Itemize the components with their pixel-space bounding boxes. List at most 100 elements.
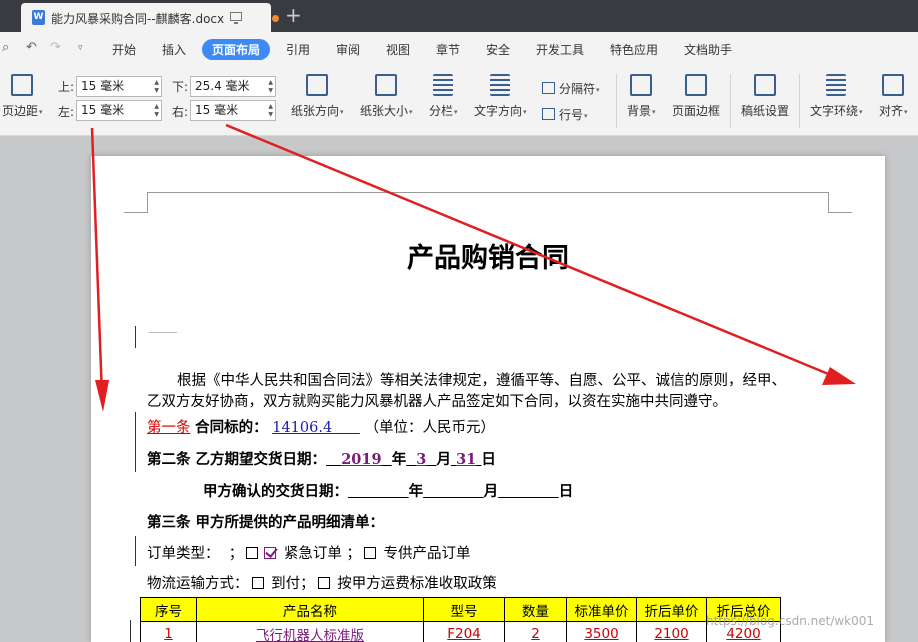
table-header: 型号	[423, 597, 505, 622]
menu-view[interactable]: 视图	[386, 41, 410, 58]
article-1: 第一条 合同标的： 14106.4 （单位：人民币元）	[147, 419, 495, 436]
change-bar	[135, 326, 136, 348]
menu-special-apps[interactable]: 特色应用	[610, 41, 658, 58]
table-cell[interactable]: 2100	[636, 621, 707, 642]
day-field[interactable]: 31	[456, 451, 476, 468]
text-direction-button[interactable]: 文字方向▾	[474, 74, 527, 119]
page-margins-icon	[11, 74, 34, 96]
manuscript-icon	[754, 74, 776, 96]
checkbox-empty[interactable]	[246, 547, 259, 559]
spin-down-icon[interactable]: ▼	[154, 88, 159, 94]
background-button[interactable]: 背景▾	[627, 74, 656, 119]
title-bar: W 能力风暴采购合同--麒麟客.docx +	[0, 0, 918, 32]
menu-doc-assistant[interactable]: 文档助手	[684, 41, 732, 58]
menu-dev-tools[interactable]: 开发工具	[536, 41, 584, 58]
align-button[interactable]: 对齐▾	[879, 74, 908, 119]
paragraph-line-2: 乙双方友好协商，双方就购买能力风暴机器人产品签定如下合同，以资在实施中共同遵守。	[147, 394, 727, 410]
spin-up-icon[interactable]: ▲	[268, 104, 273, 110]
margins-button[interactable]: 页边距▾	[2, 74, 43, 119]
table-cell[interactable]: 飞行机器人标准版	[196, 621, 424, 642]
orientation-button[interactable]: 纸张方向▾	[291, 74, 344, 119]
top-margin-label: 上:	[58, 80, 75, 94]
undo-icon[interactable]: ↶	[26, 41, 37, 55]
table-header: 数量	[504, 597, 567, 622]
table-cell[interactable]: 3500	[566, 621, 637, 642]
confirm-date-line: 甲方确认的交货日期： 年 月 日	[203, 483, 574, 500]
ribbon-toolbar: 页边距▾ 上: 15 毫米 ▲ ▼ 左: 15 毫米 ▲ ▼ 下: 25.4 毫…	[0, 66, 918, 136]
ribbon-separator	[616, 74, 617, 128]
cod-checkbox[interactable]	[251, 577, 264, 589]
watermark: https://blog.csdn.net/wk001	[706, 614, 875, 628]
document-body[interactable]: 产品购销合同 根据《中华人民共和国合同法》等相关法律规定，遵循平等、自愿、公平、…	[91, 156, 885, 642]
spin-up-icon[interactable]: ▲	[154, 104, 159, 110]
table-cell[interactable]: F204	[423, 621, 505, 642]
document-page[interactable]: 产品购销合同 根据《中华人民共和国合同法》等相关法律规定，遵循平等、自愿、公平、…	[91, 156, 885, 642]
right-margin-label: 右:	[172, 105, 189, 119]
spin-down-icon[interactable]: ▼	[268, 88, 273, 94]
paper-size-button[interactable]: 纸张大小▾	[360, 74, 413, 119]
background-icon	[630, 74, 653, 96]
separator-button[interactable]: 分隔符▾	[542, 80, 600, 97]
page-border-icon	[685, 74, 707, 96]
bottom-margin-input[interactable]: 25.4 毫米 ▲ ▼	[190, 76, 276, 97]
print-preview-icon[interactable]: ⌕	[2, 41, 9, 55]
left-margin-label: 左:	[58, 105, 75, 119]
line-numbers-icon	[542, 108, 555, 120]
table-cell[interactable]: 2	[504, 621, 567, 642]
product-table[interactable]: 序号 产品名称 型号 数量 标准单价 折后单价 折后总价 1 飞行机器人标准版 …	[140, 597, 781, 642]
article-3: 第三条 甲方所提供的产品明细清单：	[147, 514, 385, 531]
freight-policy-checkbox[interactable]	[317, 577, 330, 589]
document-tab[interactable]: W 能力风暴采购合同--麒麟客.docx	[21, 3, 279, 32]
logistics-line: 物流运输方式： 到付； 按甲方运费标准收取政策	[147, 576, 497, 592]
table-row: 1 飞行机器人标准版 F204 2 3500 2100 4200	[140, 621, 781, 642]
ribbon-separator	[730, 74, 731, 128]
word-doc-icon: W	[32, 10, 45, 25]
left-margin-input[interactable]: 15 毫米 ▲ ▼	[76, 100, 162, 121]
manuscript-button[interactable]: 稿纸设置	[741, 74, 789, 119]
columns-button[interactable]: 分栏▾	[429, 74, 458, 119]
paragraph-line-1: 根据《中华人民共和国合同法》等相关法律规定，遵循平等、自愿、公平、诚信的原则，经…	[177, 373, 786, 389]
contract-amount-field[interactable]: 14106.4	[272, 420, 332, 436]
menu-home[interactable]: 开始	[112, 41, 136, 58]
spin-up-icon[interactable]: ▲	[268, 80, 273, 86]
change-bar	[130, 620, 131, 642]
menu-references[interactable]: 引用	[286, 41, 310, 58]
order-type-line: 订单类型： ； 紧急订单 ； 专供产品订单	[147, 546, 471, 562]
article-2: 第二条 乙方期望交货日期： 2019 年 3 月 31 日	[147, 451, 496, 468]
text-wrap-icon	[826, 74, 847, 96]
special-order-checkbox[interactable]	[363, 547, 376, 559]
separator-icon	[542, 82, 555, 94]
columns-icon	[433, 74, 454, 96]
monitor-icon[interactable]	[230, 12, 242, 24]
line-numbers-button[interactable]: 行号▾	[542, 106, 588, 123]
paper-size-icon	[375, 74, 398, 96]
redo-icon[interactable]: ↷	[50, 41, 61, 55]
menu-review[interactable]: 审阅	[336, 41, 360, 58]
spin-down-icon[interactable]: ▼	[154, 112, 159, 118]
unsaved-dot-icon	[272, 15, 279, 22]
table-header: 序号	[140, 597, 197, 622]
menu-page-layout[interactable]: 页面布局	[202, 39, 271, 60]
right-margin-input[interactable]: 15 毫米 ▲ ▼	[190, 100, 276, 121]
plus-icon[interactable]: +	[285, 4, 302, 26]
align-icon	[882, 74, 905, 96]
text-wrap-button[interactable]: 文字环绕▾	[810, 74, 863, 119]
table-header: 产品名称	[196, 597, 424, 622]
ribbon-separator	[799, 74, 800, 128]
page-border-button[interactable]: 页面边框	[672, 74, 720, 119]
top-margin-input[interactable]: 15 毫米 ▲ ▼	[76, 76, 162, 97]
spin-up-icon[interactable]: ▲	[154, 80, 159, 86]
menu-insert[interactable]: 插入	[162, 41, 186, 58]
menu-security[interactable]: 安全	[486, 41, 510, 58]
urgent-order-checkbox[interactable]	[264, 547, 277, 559]
table-cell[interactable]: 1	[140, 621, 197, 642]
menu-chapter[interactable]: 章节	[436, 41, 460, 58]
orientation-icon	[306, 74, 329, 96]
month-field[interactable]: 3	[416, 451, 426, 468]
dropdown-icon[interactable]: ▿	[78, 41, 83, 55]
change-bar	[135, 412, 136, 472]
spin-down-icon[interactable]: ▼	[268, 112, 273, 118]
table-header: 折后单价	[636, 597, 707, 622]
change-bar	[135, 536, 136, 566]
year-field[interactable]: 2019	[341, 451, 381, 468]
